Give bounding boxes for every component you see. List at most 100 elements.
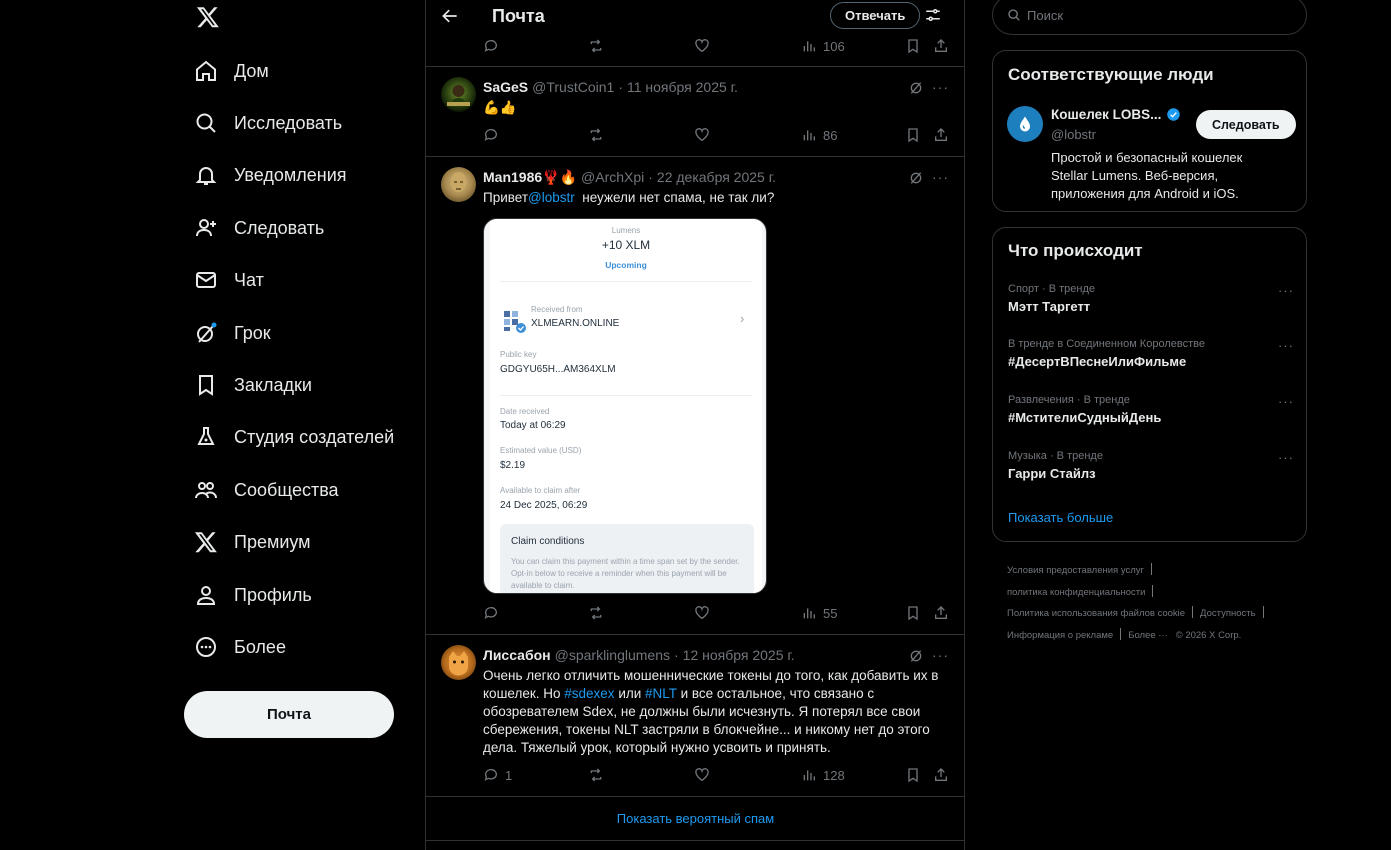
footer-terms-link[interactable]: Условия предоставления услуг bbox=[1007, 565, 1144, 576]
nav-more[interactable]: Более bbox=[194, 625, 286, 669]
nav-home[interactable]: Дом bbox=[194, 49, 269, 93]
nav-communities[interactable]: Сообщества bbox=[194, 468, 339, 512]
trend-item[interactable]: В тренде в Соединенном Королевстве #Десе… bbox=[1008, 338, 1298, 369]
mention-link[interactable]: @lobstr bbox=[528, 190, 575, 205]
views-action[interactable]: 55 bbox=[801, 605, 837, 621]
views-action[interactable]: 106 bbox=[801, 38, 845, 54]
reply-button[interactable]: Отвечать bbox=[830, 2, 921, 29]
reply-action[interactable] bbox=[483, 605, 499, 621]
author-handle[interactable]: @sparklinglumens bbox=[555, 647, 670, 663]
grok-icon[interactable] bbox=[908, 80, 924, 96]
grok-icon[interactable] bbox=[908, 648, 924, 664]
author-name[interactable]: SaGeS bbox=[483, 79, 528, 95]
tweet[interactable]: Лиссабон @sparklinglumens · 12 ноября 20… bbox=[426, 635, 964, 797]
more-options-icon[interactable]: ··· bbox=[932, 647, 950, 663]
share-action[interactable] bbox=[933, 38, 949, 54]
trend-item[interactable]: Музыка · В тренде Гарри Стайлз ··· bbox=[1008, 450, 1298, 481]
tweet-header: Man1986🦞🔥 @ArchXpi · 22 декабря 2025 г. bbox=[483, 169, 776, 186]
author-name[interactable]: Лиссабон bbox=[483, 647, 551, 663]
comment-icon bbox=[484, 607, 497, 619]
nav-chat[interactable]: Чат bbox=[194, 258, 264, 302]
more-options-icon[interactable]: ··· bbox=[1278, 283, 1294, 298]
nav-explore[interactable]: Исследовать bbox=[194, 101, 342, 145]
back-arrow-icon[interactable] bbox=[440, 6, 460, 26]
like-action[interactable] bbox=[694, 767, 710, 783]
grok-icon[interactable] bbox=[908, 170, 924, 186]
views-action[interactable]: 86 bbox=[801, 127, 837, 143]
nav-notifications[interactable]: Уведомления bbox=[194, 153, 347, 197]
hashtag-link[interactable]: #sdexex bbox=[564, 686, 614, 701]
bookmark-action[interactable] bbox=[905, 767, 921, 783]
relevant-handle[interactable]: @lobstr bbox=[1051, 127, 1096, 142]
tweet[interactable]: SaGeS @TrustCoin1 · 11 ноября 2025 г. ··… bbox=[426, 67, 964, 157]
tweet[interactable]: Man1986🦞🔥 @ArchXpi · 22 декабря 2025 г. … bbox=[426, 157, 964, 635]
author-handle[interactable]: @TrustCoin1 bbox=[532, 79, 614, 95]
footer-more-link[interactable]: Более ··· bbox=[1128, 630, 1168, 641]
more-options-icon[interactable]: ··· bbox=[932, 169, 950, 185]
nav-creator-studio[interactable]: Студия создателей bbox=[194, 415, 394, 459]
nav-follow[interactable]: Следовать bbox=[194, 206, 324, 250]
like-action[interactable] bbox=[694, 127, 710, 143]
avatar[interactable] bbox=[441, 167, 476, 202]
media-key: GDGYU65H...AM364XLM bbox=[500, 364, 616, 375]
relevant-name[interactable]: Кошелек LOBS... bbox=[1051, 107, 1161, 122]
more-circle-icon bbox=[196, 637, 216, 657]
trend-name: Мэтт Таргетт bbox=[1008, 299, 1091, 314]
hashtag-link[interactable]: #NLT bbox=[645, 686, 677, 701]
tweet-date[interactable]: 11 ноября 2025 г. bbox=[627, 79, 738, 95]
nav-profile[interactable]: Профиль bbox=[194, 573, 312, 617]
bookmark-action[interactable] bbox=[905, 127, 921, 143]
tweet-date[interactable]: 22 декабря 2025 г. bbox=[657, 169, 776, 186]
reply-action[interactable]: 1 bbox=[483, 767, 512, 783]
tweet-media[interactable]: Lumens +10 XLM Upcoming Received from XL… bbox=[483, 218, 767, 594]
footer-cookies-link[interactable]: Политика использования файлов cookie bbox=[1007, 608, 1185, 619]
more-options-icon[interactable]: ··· bbox=[1278, 338, 1294, 353]
nav-premium[interactable]: Премиум bbox=[194, 520, 311, 564]
show-more-link[interactable]: Показать больше bbox=[1008, 510, 1113, 525]
like-action[interactable] bbox=[694, 38, 710, 54]
avatar-image bbox=[450, 172, 467, 192]
tweet-date[interactable]: 12 ноября 2025 г. bbox=[683, 647, 795, 663]
tweet-header: Лиссабон @sparklinglumens · 12 ноября 20… bbox=[483, 647, 795, 663]
repost-action[interactable] bbox=[588, 127, 604, 143]
add-user-icon bbox=[196, 219, 216, 237]
show-probable-spam-link[interactable]: Показать вероятный спам bbox=[426, 797, 964, 841]
more-options-icon[interactable]: ··· bbox=[1278, 394, 1294, 409]
repost-action[interactable] bbox=[588, 605, 604, 621]
share-action[interactable] bbox=[933, 127, 949, 143]
like-action[interactable] bbox=[694, 605, 710, 621]
search-input[interactable] bbox=[1027, 7, 1287, 23]
author-handle[interactable]: @ArchXpi bbox=[581, 169, 644, 186]
trend-item[interactable]: Развлечения · В тренде #МстителиСудныйДе… bbox=[1008, 394, 1298, 425]
bookmark-action[interactable] bbox=[905, 38, 921, 54]
more-options-icon[interactable]: ··· bbox=[932, 79, 950, 95]
nav-grok[interactable]: Грок bbox=[194, 311, 271, 355]
more-options-icon[interactable]: ··· bbox=[1278, 450, 1294, 465]
footer-ads-link[interactable]: Информация о рекламе bbox=[1007, 630, 1113, 641]
views-action[interactable]: 128 bbox=[801, 767, 845, 783]
bookmark-action[interactable] bbox=[905, 605, 921, 621]
reply-action[interactable] bbox=[483, 127, 499, 143]
share-action[interactable] bbox=[933, 605, 949, 621]
repost-action[interactable] bbox=[588, 38, 604, 54]
reply-action[interactable] bbox=[483, 38, 499, 54]
avatar[interactable] bbox=[1007, 106, 1043, 142]
footer-privacy-link[interactable]: политика конфиденциальности bbox=[1007, 587, 1145, 598]
avatar[interactable] bbox=[441, 645, 476, 680]
x-logo-icon[interactable] bbox=[196, 4, 220, 30]
post-button[interactable]: Почта bbox=[184, 691, 394, 738]
media-claim-label: Available to claim after bbox=[500, 486, 581, 495]
author-name[interactable]: Man1986🦞🔥 bbox=[483, 169, 577, 186]
repost-action[interactable] bbox=[588, 767, 604, 783]
right-sidebar: Соответствующие люди Кошелек LOBS... @lo… bbox=[992, 0, 1307, 850]
footer-separator bbox=[1192, 606, 1194, 618]
trend-item[interactable]: Спорт · В тренде Мэтт Таргетт ··· bbox=[1008, 283, 1298, 314]
share-action[interactable] bbox=[933, 767, 949, 783]
sliders-icon[interactable] bbox=[924, 6, 942, 24]
comment-icon bbox=[484, 40, 497, 52]
footer-accessibility-link[interactable]: Доступность bbox=[1200, 608, 1256, 619]
search-box[interactable] bbox=[992, 0, 1307, 35]
avatar[interactable] bbox=[441, 77, 476, 112]
follow-button[interactable]: Следовать bbox=[1196, 110, 1296, 139]
nav-bookmarks[interactable]: Закладки bbox=[194, 363, 312, 407]
